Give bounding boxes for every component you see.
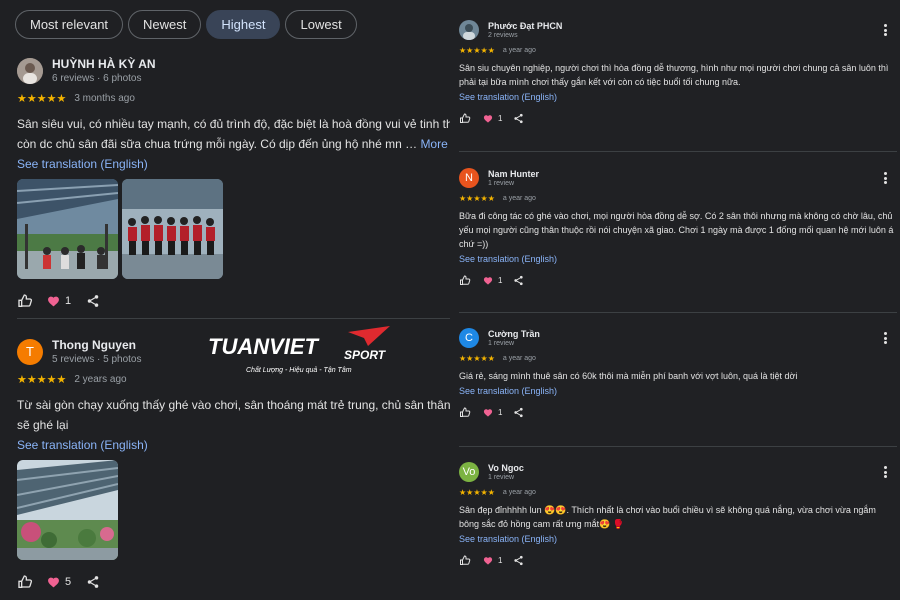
- avatar[interactable]: Vo: [459, 462, 479, 482]
- like-icon[interactable]: [459, 554, 471, 566]
- share-icon[interactable]: [512, 274, 524, 286]
- reaction-count-value: 1: [65, 295, 72, 307]
- divider: [459, 312, 897, 313]
- reaction-count-value: 1: [498, 275, 503, 285]
- reviewer-meta: 5 reviews · 5 photos: [52, 354, 142, 365]
- see-translation-link[interactable]: See translation (English): [17, 157, 450, 171]
- reaction-count[interactable]: 1: [483, 276, 502, 285]
- reaction-count[interactable]: 1: [47, 295, 71, 307]
- sort-lowest[interactable]: Lowest: [285, 10, 357, 39]
- divider: [459, 446, 897, 447]
- review-photo[interactable]: [17, 460, 118, 560]
- star-rating: ★★★★★: [459, 46, 495, 55]
- review-date: a year ago: [502, 195, 536, 202]
- reviewer-meta: 6 reviews · 6 photos: [52, 73, 142, 84]
- review-text: Giá rẻ, sáng mình thuê sân có 60k thôi m…: [459, 371, 798, 381]
- reaction-count[interactable]: 5: [47, 576, 71, 588]
- reviewer-name[interactable]: Nam Hunter: [488, 169, 539, 179]
- reaction-count-value: 5: [65, 576, 72, 588]
- review-text: còn dc chủ sân đãi sữa chua trứng mỗi ng…: [17, 137, 418, 151]
- review-text: Sân đẹp đỉnhhhh lun 😍😍. Thích nhất là ch…: [459, 505, 876, 529]
- reaction-count-value: 1: [498, 113, 503, 123]
- sort-newest[interactable]: Newest: [128, 10, 202, 39]
- review-card: N Nam Hunter 1 review ★★★★★ a year ago B…: [459, 168, 897, 286]
- reaction-count-value: 1: [498, 555, 503, 565]
- avatar[interactable]: T: [17, 338, 43, 365]
- see-translation-link[interactable]: See translation (English): [459, 534, 897, 544]
- review-card: Phước Đạt PHCN 2 reviews ★★★★★ a year ag…: [459, 20, 897, 124]
- more-options-icon[interactable]: [882, 171, 888, 185]
- review-date: a year ago: [502, 355, 536, 362]
- avatar[interactable]: [459, 20, 479, 40]
- review-date: 3 months ago: [74, 93, 135, 104]
- share-icon[interactable]: [512, 406, 524, 418]
- review-card: Vo Vo Ngoc 1 review ★★★★★ a year ago Sân…: [459, 462, 897, 566]
- like-icon[interactable]: [459, 112, 471, 124]
- review-card: HUỲNH HÀ KỲ AN 6 reviews · 6 photos ★★★★…: [17, 57, 450, 309]
- avatar[interactable]: N: [459, 168, 479, 188]
- reaction-count[interactable]: 1: [483, 408, 502, 417]
- like-icon[interactable]: [459, 274, 471, 286]
- sort-chips: Most relevant Newest Highest Lowest: [15, 10, 357, 39]
- review-text: Sân siu chuyên nghiệp, người chơi thì hò…: [459, 63, 889, 87]
- see-translation-link[interactable]: See translation (English): [17, 438, 450, 452]
- see-translation-link[interactable]: See translation (English): [459, 254, 897, 264]
- review-text: Sân siêu vui, có nhiều tay mạnh, có đủ t…: [17, 117, 450, 131]
- reviewer-meta: 1 review: [488, 180, 515, 187]
- review-photo[interactable]: [17, 179, 118, 279]
- share-icon[interactable]: [85, 574, 101, 590]
- review-card: T Thong Nguyen 5 reviews · 5 photos ★★★★…: [17, 338, 450, 590]
- review-text: Từ sài gòn chạy xuống thấy ghé vào chơi,…: [17, 398, 450, 412]
- like-icon[interactable]: [17, 574, 33, 590]
- like-icon[interactable]: [459, 406, 471, 418]
- reaction-count-value: 1: [498, 407, 503, 417]
- reviewer-meta: 2 reviews: [488, 32, 518, 39]
- review-card: C Cường Trần 1 review ★★★★★ a year ago G…: [459, 328, 897, 418]
- sort-most-relevant[interactable]: Most relevant: [15, 10, 124, 39]
- avatar[interactable]: [17, 57, 43, 84]
- review-date: 2 years ago: [74, 374, 127, 385]
- divider: [17, 318, 450, 319]
- avatar[interactable]: C: [459, 328, 479, 348]
- review-photo[interactable]: [122, 179, 223, 279]
- more-link[interactable]: More: [420, 137, 447, 151]
- sort-highest[interactable]: Highest: [206, 10, 281, 39]
- reviewer-name[interactable]: Cường Trần: [488, 329, 540, 339]
- review-date: a year ago: [502, 489, 536, 496]
- reviewer-meta: 1 review: [488, 340, 515, 347]
- share-icon[interactable]: [85, 293, 101, 309]
- divider: [459, 151, 897, 152]
- reviewer-name[interactable]: Thong Nguyen: [52, 338, 142, 352]
- star-rating: ★★★★★: [17, 93, 67, 105]
- share-icon[interactable]: [512, 554, 524, 566]
- review-text: Bữa đi công tác có ghé vào chơi, mọi ngư…: [459, 211, 894, 249]
- reviewer-name[interactable]: Phước Đạt PHCN: [488, 21, 562, 31]
- reaction-count[interactable]: 1: [483, 114, 502, 123]
- see-translation-link[interactable]: See translation (English): [459, 92, 897, 102]
- star-rating: ★★★★★: [17, 374, 67, 386]
- reaction-count[interactable]: 1: [483, 556, 502, 565]
- left-reviews-panel: Most relevant Newest Highest Lowest HUỲN…: [0, 0, 450, 600]
- right-reviews-panel: Phước Đạt PHCN 2 reviews ★★★★★ a year ag…: [450, 0, 900, 600]
- more-options-icon[interactable]: [882, 465, 888, 479]
- like-icon[interactable]: [17, 293, 33, 309]
- review-text: sẽ ghé lại: [17, 418, 69, 432]
- more-options-icon[interactable]: [882, 23, 888, 37]
- review-date: a year ago: [502, 47, 536, 54]
- star-rating: ★★★★★: [459, 354, 495, 363]
- more-options-icon[interactable]: [882, 331, 888, 345]
- see-translation-link[interactable]: See translation (English): [459, 386, 897, 396]
- star-rating: ★★★★★: [459, 194, 495, 203]
- reviewer-meta: 1 review: [488, 474, 515, 481]
- reviewer-name[interactable]: HUỲNH HÀ KỲ AN: [52, 57, 156, 71]
- reviewer-name[interactable]: Vo Ngoc: [488, 463, 524, 473]
- share-icon[interactable]: [512, 112, 524, 124]
- star-rating: ★★★★★: [459, 488, 495, 497]
